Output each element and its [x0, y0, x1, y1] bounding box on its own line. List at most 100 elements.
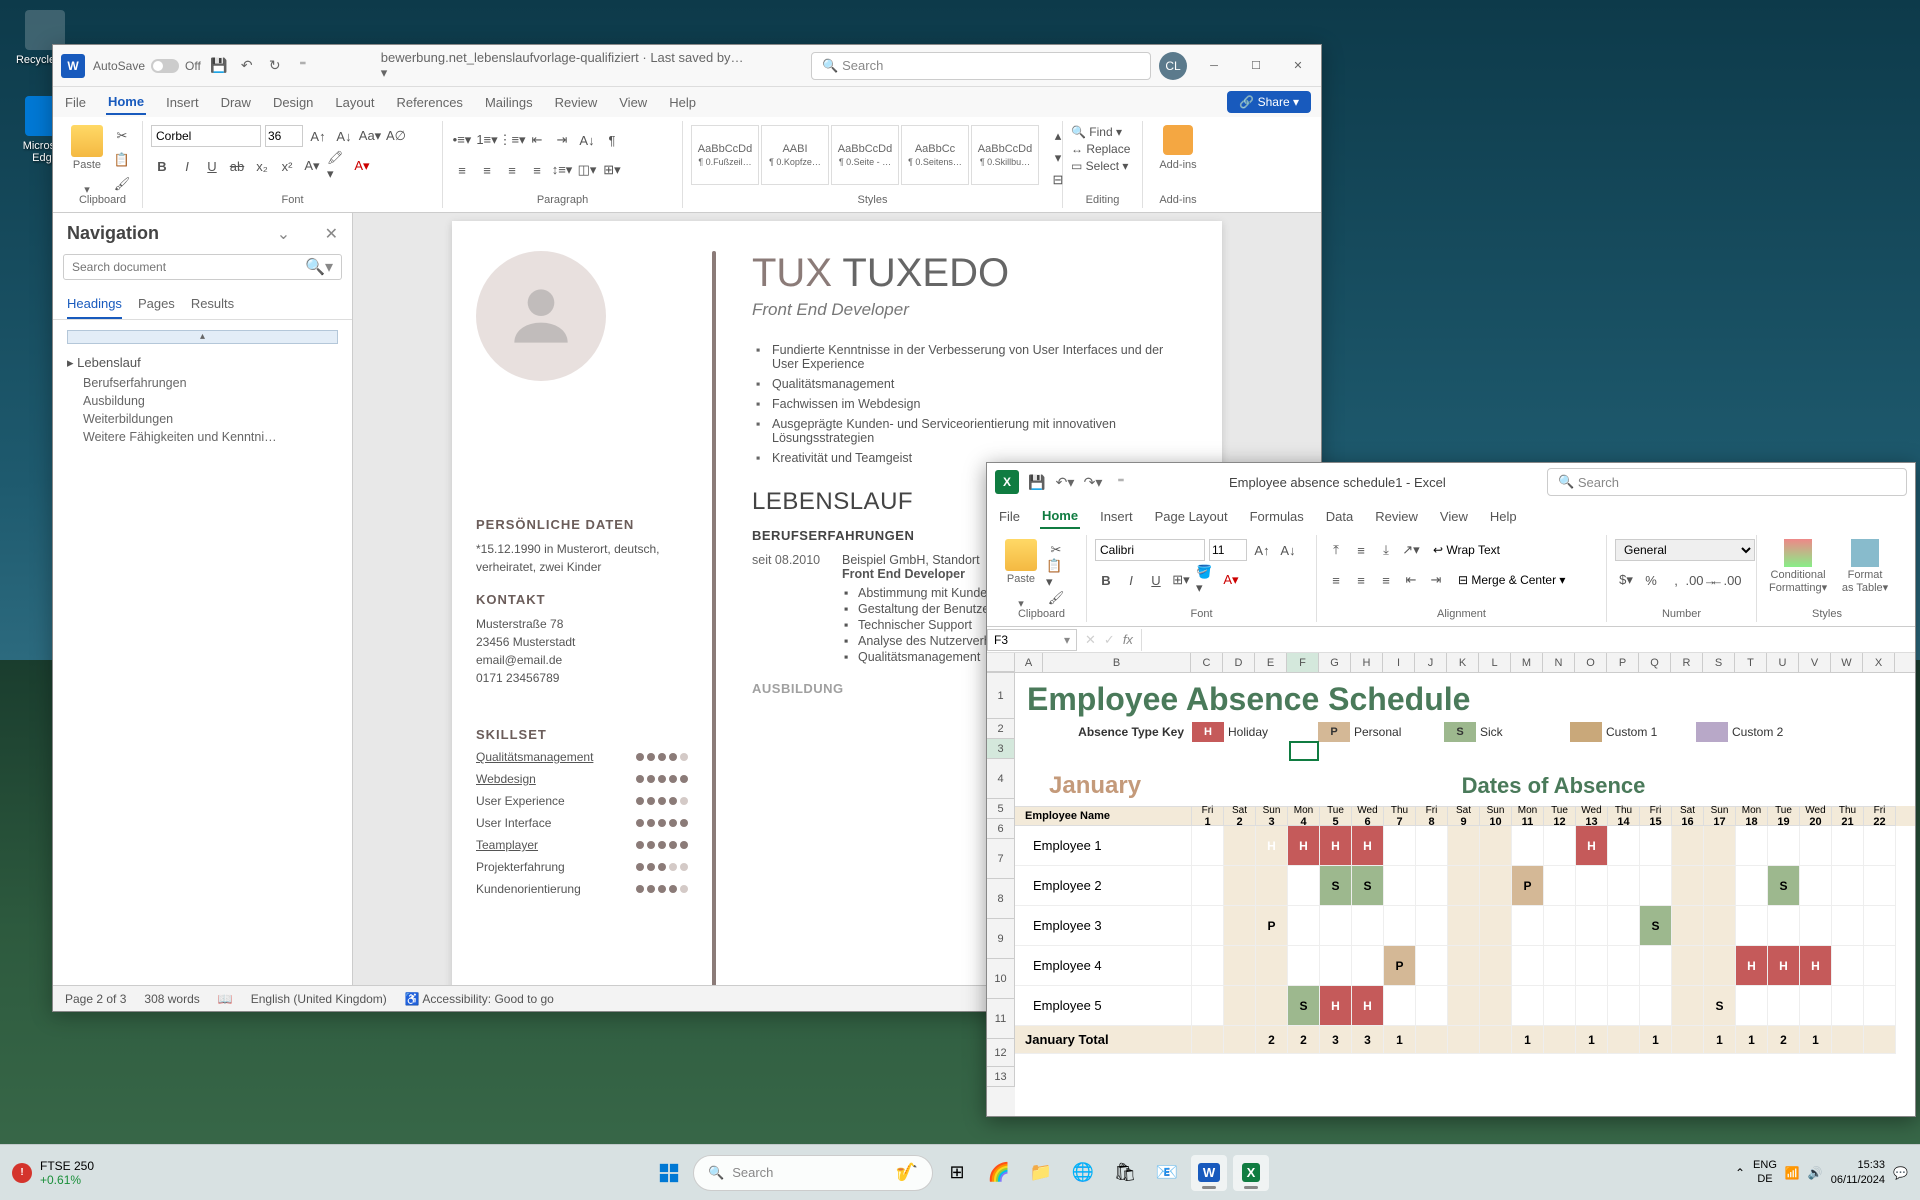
copilot-icon[interactable]: 🌈	[981, 1155, 1017, 1191]
absence-cell[interactable]	[1576, 906, 1608, 946]
absence-cell[interactable]	[1512, 946, 1544, 986]
absence-cell[interactable]	[1384, 866, 1416, 906]
align-bottom-icon[interactable]: ⤓	[1375, 539, 1397, 561]
style-item[interactable]: AaBbCcDd¶ 0.Seite - …	[831, 125, 899, 185]
row-header-4[interactable]: 4	[987, 759, 1015, 799]
wrap-text-button[interactable]: ↩ Wrap Text	[1433, 543, 1500, 557]
absence-cell[interactable]	[1576, 866, 1608, 906]
absence-cell[interactable]	[1192, 866, 1224, 906]
col-header-C[interactable]: C	[1191, 653, 1223, 672]
total-cell[interactable]: 1	[1512, 1026, 1544, 1054]
format-painter-icon[interactable]: 🖌	[1045, 587, 1067, 609]
total-cell[interactable]: 3	[1320, 1026, 1352, 1054]
shading-icon[interactable]: ◫▾	[576, 159, 598, 181]
row-header-3[interactable]: 3	[987, 739, 1015, 759]
tray-chevron-icon[interactable]: ⌃	[1735, 1166, 1745, 1180]
subscript-button[interactable]: x₂	[251, 155, 273, 177]
undo-icon[interactable]: ↶	[237, 56, 257, 76]
orientation-icon[interactable]: ↗▾	[1400, 539, 1422, 561]
bold-button[interactable]: B	[1095, 569, 1117, 591]
absence-cell[interactable]	[1800, 866, 1832, 906]
dec-indent-icon[interactable]: ⇤	[1400, 569, 1422, 591]
absence-cell[interactable]	[1864, 986, 1896, 1026]
qat-more-icon[interactable]: ⁼	[1111, 472, 1131, 492]
absence-cell[interactable]	[1576, 946, 1608, 986]
absence-cell[interactable]	[1320, 906, 1352, 946]
nav-heading-item[interactable]: Berufserfahrungen	[67, 374, 338, 392]
col-header-W[interactable]: W	[1831, 653, 1863, 672]
absence-cell[interactable]: S	[1704, 986, 1736, 1026]
absence-cell[interactable]	[1704, 826, 1736, 866]
total-cell[interactable]	[1224, 1026, 1256, 1054]
nav-tab-pages[interactable]: Pages	[138, 290, 175, 319]
borders-icon[interactable]: ⊞▾	[601, 159, 623, 181]
total-cell[interactable]	[1544, 1026, 1576, 1054]
absence-cell[interactable]	[1480, 906, 1512, 946]
col-header-Q[interactable]: Q	[1639, 653, 1671, 672]
line-spacing-icon[interactable]: ↕≡▾	[551, 159, 573, 181]
total-cell[interactable]	[1416, 1026, 1448, 1054]
minimize-button[interactable]: ─	[1199, 51, 1229, 81]
col-header-S[interactable]: S	[1703, 653, 1735, 672]
bullets-icon[interactable]: •≡▾	[451, 129, 473, 151]
italic-button[interactable]: I	[176, 155, 198, 177]
font-color-icon[interactable]: A▾	[1220, 569, 1242, 591]
formula-input[interactable]	[1141, 629, 1915, 651]
total-cell[interactable]	[1480, 1026, 1512, 1054]
absence-cell[interactable]	[1704, 866, 1736, 906]
enter-formula-icon[interactable]: ✓	[1104, 632, 1115, 648]
absence-cell[interactable]: H	[1320, 826, 1352, 866]
total-cell[interactable]: 1	[1576, 1026, 1608, 1054]
absence-cell[interactable]	[1832, 986, 1864, 1026]
store-icon[interactable]: 🛍	[1107, 1155, 1143, 1191]
absence-cell[interactable]	[1288, 866, 1320, 906]
absence-cell[interactable]: S	[1640, 906, 1672, 946]
absence-cell[interactable]	[1544, 946, 1576, 986]
shrink-font-icon[interactable]: A↓	[1277, 539, 1299, 561]
text-effects-icon[interactable]: A▾	[301, 155, 323, 177]
copy-icon[interactable]: 📋▾	[1045, 563, 1067, 585]
total-cell[interactable]: 3	[1352, 1026, 1384, 1054]
absence-cell[interactable]	[1480, 826, 1512, 866]
multilevel-icon[interactable]: ⋮≡▾	[501, 129, 523, 151]
col-header-A[interactable]: A	[1015, 653, 1043, 672]
absence-cell[interactable]: H	[1256, 826, 1288, 866]
absence-cell[interactable]: H	[1352, 986, 1384, 1026]
qat-more-icon[interactable]: ⁼	[293, 56, 313, 76]
copy-icon[interactable]: 📋	[111, 149, 133, 171]
style-item[interactable]: AABI¶ 0.Kopfze…	[761, 125, 829, 185]
cancel-formula-icon[interactable]: ✕	[1085, 632, 1096, 648]
ribbon-tab-draw[interactable]: Draw	[219, 91, 253, 114]
percent-icon[interactable]: %	[1640, 569, 1662, 591]
total-cell[interactable]: 1	[1800, 1026, 1832, 1054]
redo-icon[interactable]: ↻	[265, 56, 285, 76]
total-cell[interactable]	[1832, 1026, 1864, 1054]
task-view-icon[interactable]: ⊞	[939, 1155, 975, 1191]
absence-cell[interactable]	[1256, 986, 1288, 1026]
absence-cell[interactable]	[1288, 906, 1320, 946]
absence-cell[interactable]	[1672, 986, 1704, 1026]
row-header-9[interactable]: 9	[987, 919, 1015, 959]
nav-heading-item[interactable]: Ausbildung	[67, 392, 338, 410]
absence-cell[interactable]	[1352, 906, 1384, 946]
addins-icon[interactable]	[1163, 125, 1193, 155]
absence-cell[interactable]	[1480, 986, 1512, 1026]
maximize-button[interactable]: ☐	[1241, 51, 1271, 81]
absence-cell[interactable]	[1416, 946, 1448, 986]
absence-cell[interactable]	[1512, 826, 1544, 866]
inc-decimal-icon[interactable]: .00→	[1690, 569, 1712, 591]
col-header-N[interactable]: N	[1543, 653, 1575, 672]
highlight-icon[interactable]: 🖍▾	[326, 155, 348, 177]
show-marks-icon[interactable]: ¶	[601, 129, 623, 151]
ribbon-tab-home[interactable]: Home	[1040, 504, 1080, 529]
absence-cell[interactable]	[1864, 906, 1896, 946]
nav-search-input[interactable]	[72, 260, 305, 274]
nav-tab-results[interactable]: Results	[191, 290, 234, 319]
absence-cell[interactable]: S	[1320, 866, 1352, 906]
absence-cell[interactable]	[1640, 866, 1672, 906]
absence-cell[interactable]: H	[1352, 826, 1384, 866]
absence-cell[interactable]	[1544, 826, 1576, 866]
col-header-T[interactable]: T	[1735, 653, 1767, 672]
nav-heading-item[interactable]: Weitere Fähigkeiten und Kenntni…	[67, 428, 338, 446]
absence-cell[interactable]	[1640, 986, 1672, 1026]
